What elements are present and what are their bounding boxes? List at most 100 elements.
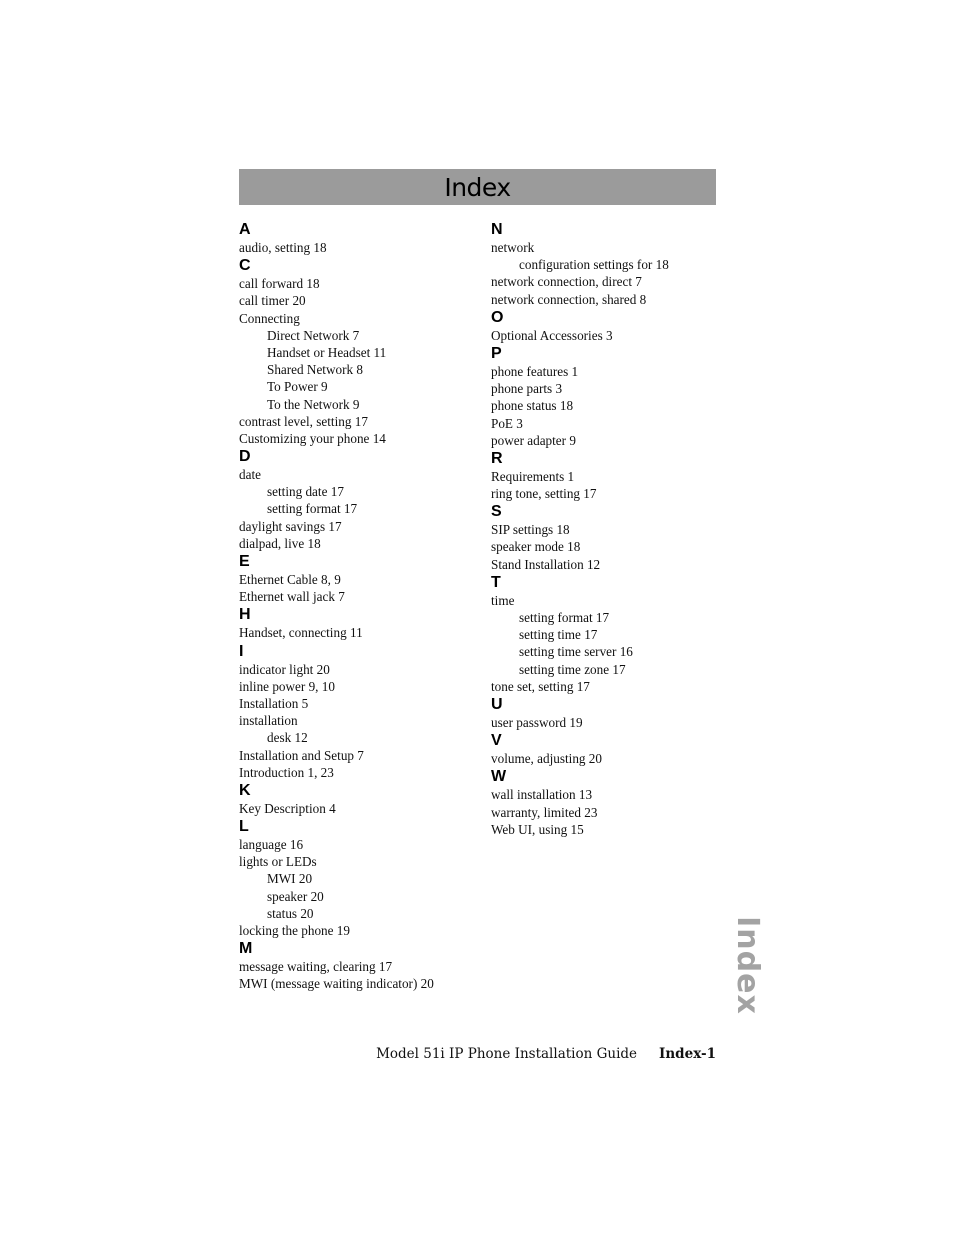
section-letter-heading: H [239,606,251,624]
index-entry: volume, adjusting 20 [491,751,602,767]
section-letter-heading: E [239,553,250,570]
index-section: S SIP settings 18 speaker mode 18 Stand Ins… [491,502,731,573]
section-letter-heading: N [491,221,503,238]
index-entry: Handset, connecting 11 [239,625,363,641]
index-entry: MWI (message waiting indicator) 20 [239,976,434,992]
footer-page-number: Index-1 [659,1046,716,1062]
index-entry: installation [239,713,298,729]
index-entry: Optional Accessories 3 [491,327,613,343]
section-letter-heading: W [491,768,507,786]
index-title-bar: Index [239,169,716,205]
footer-guide-title: Model 51i IP Phone Installation Guide [376,1046,638,1062]
section-letter-heading: S [491,503,502,521]
index-subentry: setting format 17 [519,610,610,625]
index-subentry: setting time server 16 [519,644,633,660]
index-section: O Optional Accessories 3 [491,308,731,344]
index-entry: ring tone, setting 17 [491,486,597,502]
index-entry: Installation and Setup 7 [239,747,364,763]
index-section: R Requirements 1 ring tone, setting 17 [491,449,731,502]
index-entry: speaker mode 18 [491,539,581,555]
section-letter-heading: T [491,573,501,591]
index-section: Mmessage waiting, clearing 17 MWI (messag… [239,939,479,992]
index-entry: SIP settings 18 [491,522,570,538]
section-letter-heading: U [491,695,503,713]
index-entry: lights or LEDs [239,854,317,870]
section-letter-heading: A [239,221,251,238]
index-entry: Customizing your phone 14 [239,430,386,446]
index-column-right: Nnetwork configuration settings for 18 net… [491,220,731,838]
index-section: Wwall installation 13 warranty, limited 2… [491,767,731,838]
index-entry: Connecting [239,310,300,326]
index-section: Nnetwork configuration settings for 18 net… [491,220,731,308]
index-subentry: speaker 20 [267,888,324,904]
index-entry: time [491,592,515,608]
index-entry: network [491,240,535,255]
index-subentry: status 20 [267,905,314,921]
page-title: Index [444,172,511,202]
index-section: Aaudio, setting 18 [239,220,479,256]
section-letter-heading: I [239,642,244,660]
side-thumb-tab: Index [724,915,770,1015]
section-letter-heading: R [491,449,503,467]
index-entry: phone status 18 [491,398,574,414]
section-letter-heading: D [239,448,251,466]
index-section: H Handset, connecting 11 [239,605,479,641]
index-entry: Installation 5 [239,695,309,711]
index-section: Ddate setting date 17 setting format 17 day… [239,447,479,552]
index-entry: Ethernet Cable 8, 9 [239,572,341,587]
index-subentry: MWI 20 [267,871,313,887]
index-entry: language 16 [239,837,304,853]
index-subentry: setting time zone 17 [519,661,626,677]
index-section: Pphone features 1 phone parts 3 phone stat… [491,344,731,449]
section-letter-heading: K [239,781,251,799]
index-section: Uuser password 19 [491,695,731,731]
index-entry: message waiting, clearing 17 [239,959,393,975]
index-section: K Key Description 4 [239,781,479,817]
index-entry: network connection, direct 7 [491,274,642,290]
index-subentry: Shared Network 8 [267,362,363,378]
index-entry: Key Description 4 [239,800,336,816]
index-section: Llanguage 16 lights or LEDs MWI 20 speaker … [239,817,479,939]
index-entry: power adapter 9 [491,432,576,448]
index-entry: Introduction 1, 23 [239,764,334,780]
section-letter-heading: M [239,940,253,958]
index-section: Ccall forward 18 call timer 20 Connecting D… [239,256,479,447]
index-entry: inline power 9, 10 [239,678,335,694]
index-entry: locking the phone 19 [239,923,350,938]
index-subentry: setting date 17 [267,484,344,500]
index-subentry: To the Network 9 [267,396,360,412]
index-entry: wall installation 13 [491,787,593,803]
index-section: E Ethernet Cable 8, 9 Ethernet wall jack 7 [239,552,479,605]
index-column-left: Aaudio, setting 18 Ccall forward 18 call t… [239,220,479,993]
side-tab-label: Index [729,915,765,1015]
index-subentry: configuration settings for 18 [519,257,669,273]
index-entry: tone set, setting 17 [491,678,590,694]
section-letter-heading: P [491,344,502,362]
index-entry: daylight savings 17 [239,518,342,534]
index-entry: call timer 20 [239,293,306,309]
index-entry: dialpad, live 18 [239,535,321,551]
index-subentry: Handset or Headset 11 [267,344,387,360]
index-section: Vvolume, adjusting 20 [491,731,731,767]
index-entry: PoE 3 [491,415,523,431]
section-letter-heading: C [239,257,251,275]
index-subentry: To Power 9 [267,379,328,395]
index-entry: indicator light 20 [239,661,330,677]
index-entry: phone features 1 [491,363,579,379]
section-letter-heading: V [491,732,502,750]
section-letter-heading: L [239,818,249,836]
index-entry: Stand Installation 12 [491,556,601,572]
index-entry: user password 19 [491,714,583,730]
index-subentry: desk 12 [267,730,308,746]
index-entry: Ethernet wall jack 7 [239,589,345,605]
index-subentry: setting format 17 [267,501,358,517]
index-entry: contrast level, setting 17 [239,413,368,429]
index-entry: audio, setting 18 [239,240,327,255]
index-entry: phone parts 3 [491,381,563,397]
section-letter-heading: O [491,308,504,326]
page-footer: Model 51i IP Phone Installation Guide In… [376,1046,716,1062]
index-entry: warranty, limited 23 [491,804,598,820]
index-section: Ttime setting format 17 setting time 17 set… [491,573,731,695]
index-entry: Web UI, using 15 [491,821,584,837]
index-entry: network connection, shared 8 [491,291,647,307]
